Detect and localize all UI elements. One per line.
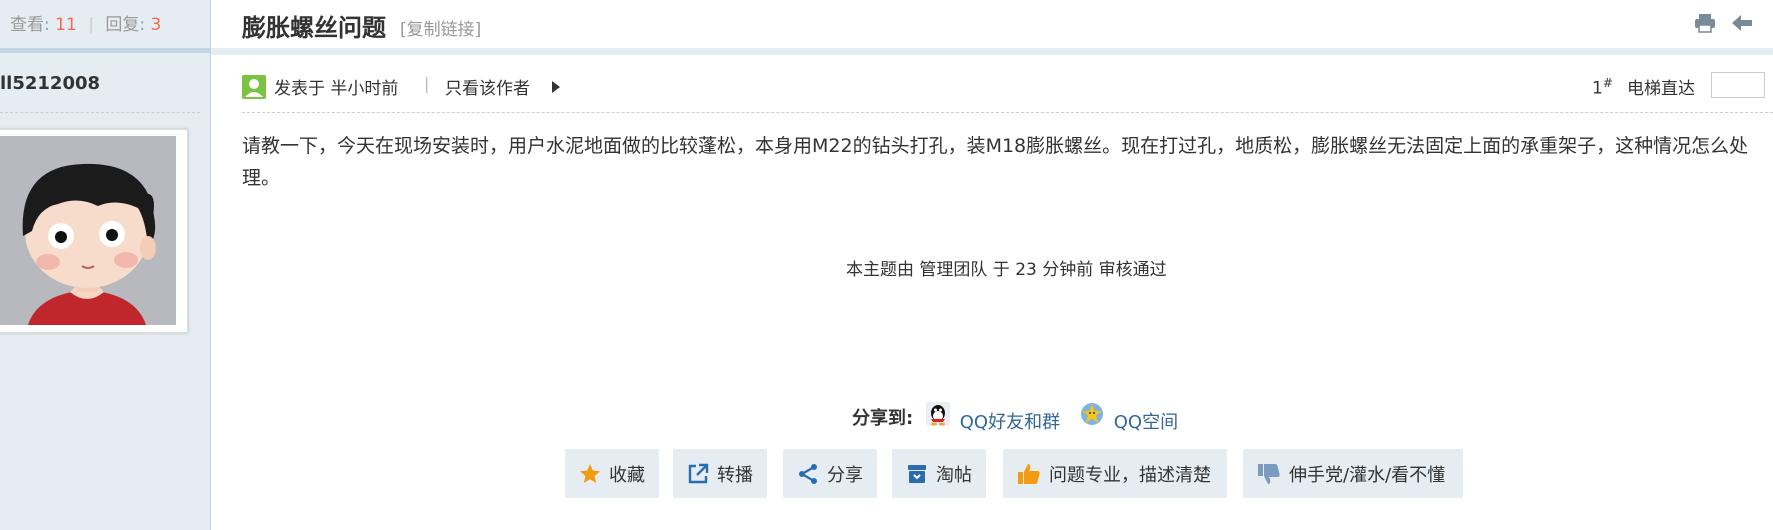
- author-sidebar: 查看: 11 | 回复: 3 ll5212008: [0, 0, 211, 530]
- favorite-label: 收藏: [609, 464, 645, 486]
- thumbs-up-icon: [1018, 463, 1040, 484]
- upvote-button[interactable]: 问题专业，描述清楚: [1003, 449, 1227, 498]
- views-label: 查看:: [10, 15, 50, 35]
- moderation-note: 本主题由 管理团队 于 23 分钟前 审核通过: [846, 260, 1167, 280]
- replies-count: 3: [150, 15, 162, 35]
- thumbs-down-icon: [1258, 463, 1280, 484]
- share-qq-friends[interactable]: QQ好友和群: [926, 402, 1060, 433]
- user-online-icon: [242, 75, 266, 99]
- external-link-icon: [688, 463, 709, 483]
- taobao-button[interactable]: 淘帖: [892, 449, 986, 498]
- views-count: 11: [55, 15, 77, 35]
- floor-number-value: 1: [1592, 78, 1603, 99]
- elevator-input[interactable]: [1711, 72, 1765, 98]
- sidebar-divider: [0, 48, 210, 53]
- post-content: 请教一下，今天在现场安装时，用户水泥地面做的比较蓬松，本身用M22的钻头打孔，装…: [242, 135, 1749, 189]
- downvote-button[interactable]: 伸手党/灌水/看不懂: [1243, 449, 1463, 498]
- thread-stats: 查看: 11 | 回复: 3: [10, 10, 161, 35]
- author-name-link[interactable]: ll5212008: [0, 73, 100, 94]
- elevator-label: 电梯直达: [1627, 79, 1695, 99]
- header-divider: [211, 48, 1773, 55]
- meta-separator: |: [424, 74, 430, 93]
- repost-label: 转播: [717, 464, 753, 486]
- qq-zone-star-icon: [1081, 403, 1103, 425]
- share-qq-zone-label[interactable]: QQ空间: [1114, 412, 1178, 433]
- replies-label: 回复:: [105, 15, 146, 35]
- avatar-cartoon-boy-icon: [0, 136, 176, 325]
- share-nodes-icon: [799, 463, 817, 484]
- upvote-label: 问题专业，描述清楚: [1049, 464, 1211, 486]
- share-qq-zone[interactable]: QQ空间: [1080, 402, 1178, 433]
- only-author-link[interactable]: 只看该作者: [445, 74, 530, 99]
- copy-link-button[interactable]: [复制链接]: [400, 15, 481, 40]
- avatar[interactable]: [0, 129, 188, 333]
- star-icon: [580, 463, 600, 483]
- archive-box-icon: [908, 464, 926, 483]
- share-qq-friends-label[interactable]: QQ好友和群: [960, 412, 1060, 433]
- floor-mark: #: [1602, 76, 1613, 90]
- share-label-button: 分享: [827, 464, 863, 486]
- back-arrow-icon[interactable]: [1731, 13, 1753, 33]
- share-button[interactable]: 分享: [783, 449, 877, 498]
- post-meta: 发表于 半小时前 | 只看该作者 1# 电梯直达: [242, 72, 1772, 102]
- sidebar-dashed-divider: [0, 112, 200, 113]
- print-icon[interactable]: [1694, 13, 1716, 33]
- triangle-right-icon: [552, 81, 560, 93]
- taobao-label: 淘帖: [936, 464, 972, 486]
- repost-button[interactable]: 转播: [673, 449, 767, 498]
- thread-title: 膨胀螺丝问题: [242, 14, 386, 42]
- floor-number: 1#: [1592, 76, 1613, 99]
- stats-separator: |: [88, 15, 94, 35]
- favorite-button[interactable]: 收藏: [565, 449, 659, 498]
- post-time: 发表于 半小时前: [274, 79, 399, 99]
- meta-dashed-divider: [242, 112, 1773, 113]
- share-label: 分享到:: [852, 408, 914, 429]
- downvote-label: 伸手党/灌水/看不懂: [1289, 464, 1446, 486]
- qq-penguin-icon: [926, 402, 950, 426]
